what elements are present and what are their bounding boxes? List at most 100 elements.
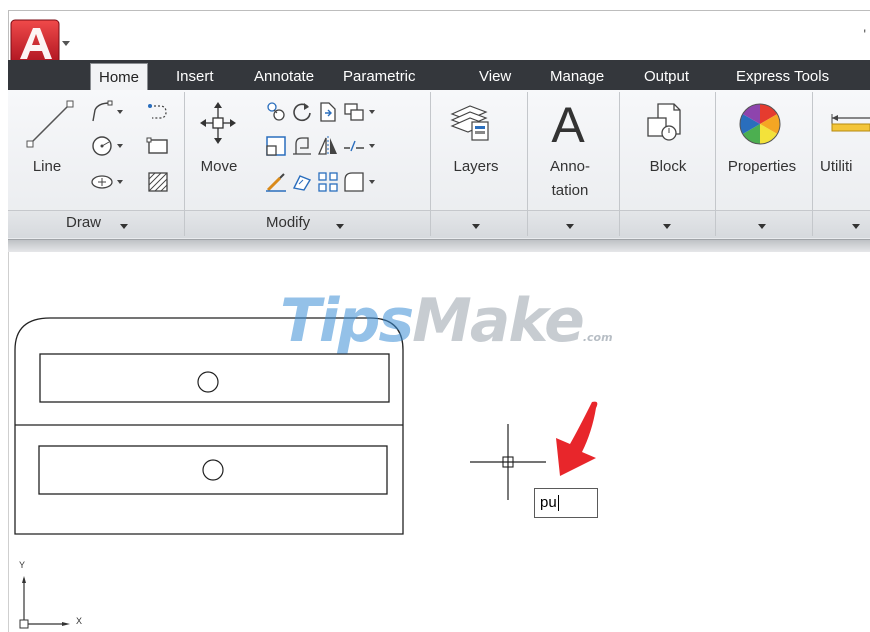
annotation-button[interactable]: A <box>546 98 590 148</box>
ucs-x-label: X <box>76 616 83 626</box>
line-icon <box>26 100 74 148</box>
layers-icon <box>450 105 489 141</box>
panel-separator <box>619 92 620 236</box>
block-panel-expand[interactable] <box>663 224 671 229</box>
modify-dropdown-3[interactable] <box>369 180 375 184</box>
array-button[interactable] <box>290 170 314 194</box>
line-button[interactable] <box>22 96 78 152</box>
offset-icon <box>344 172 364 192</box>
tab-express-tools[interactable]: Express Tools <box>736 64 829 90</box>
move-button[interactable] <box>198 100 238 146</box>
block-label: Block <box>649 158 687 175</box>
polyline-button[interactable] <box>90 100 114 124</box>
scale-button[interactable] <box>264 170 288 194</box>
arc-button[interactable] <box>146 100 170 124</box>
utilities-icon <box>831 114 870 132</box>
ellipse-button[interactable] <box>90 170 114 194</box>
line-label: Line <box>32 158 62 175</box>
panel-separator <box>184 92 185 236</box>
panel-separator <box>715 92 716 236</box>
ribbon-home: Line Move Layers A Anno- tation Block Pr… <box>8 90 870 240</box>
tab-insert[interactable]: Insert <box>176 64 214 90</box>
circle-button[interactable] <box>90 134 114 158</box>
window-control-mark[interactable]: ' <box>863 26 866 42</box>
ucs-y-label: Y <box>19 560 26 570</box>
layers-panel-expand[interactable] <box>472 224 480 229</box>
polyline-dropdown[interactable] <box>117 110 123 114</box>
mirror-button[interactable] <box>316 134 340 158</box>
rectangle-button[interactable] <box>146 134 170 158</box>
circle-dropdown[interactable] <box>117 144 123 148</box>
rectangular-array-icon <box>318 172 338 192</box>
autocad-window: ' Home Insert Annotate Parametric View M… <box>0 0 870 632</box>
break-icon <box>344 140 364 152</box>
move-icon <box>200 102 236 144</box>
drawer-bottom-knob[interactable] <box>202 459 224 481</box>
watermark-com: .com <box>582 331 613 344</box>
rectangle-icon <box>146 137 168 154</box>
watermark-tips: Tips <box>280 286 414 356</box>
stretch-button[interactable] <box>264 134 288 158</box>
ellipse-icon <box>91 175 113 189</box>
drawer-top-knob[interactable] <box>197 371 219 393</box>
modify-panel-expand[interactable] <box>336 224 344 229</box>
layers-label: Layers <box>453 158 499 175</box>
fillet-button[interactable] <box>290 134 314 158</box>
utilities-panel-expand[interactable] <box>852 224 860 229</box>
fillet-icon <box>293 137 311 155</box>
command-input-text: pu <box>540 494 557 511</box>
modify-dropdown-1[interactable] <box>369 110 375 114</box>
ucs-icon <box>19 576 70 629</box>
break-button[interactable] <box>342 134 366 158</box>
utilities-button[interactable] <box>828 112 870 136</box>
explode-button[interactable] <box>342 100 366 124</box>
text-caret <box>557 495 559 512</box>
rectangular-array-button[interactable] <box>316 170 340 194</box>
offset-button[interactable] <box>342 170 366 194</box>
annotation-panel-expand[interactable] <box>566 224 574 229</box>
properties-button[interactable] <box>736 100 784 148</box>
svg-text:A: A <box>551 98 585 148</box>
rotate-button[interactable] <box>290 100 314 124</box>
annotation-icon: A <box>551 98 585 148</box>
copy-button[interactable] <box>264 100 288 124</box>
modify-dropdown-2[interactable] <box>369 144 375 148</box>
properties-panel-expand[interactable] <box>758 224 766 229</box>
circle-icon <box>92 136 112 156</box>
canvas-top-edge <box>8 240 870 252</box>
panel-separator <box>430 92 431 236</box>
tab-output[interactable]: Output <box>644 64 689 90</box>
red-arrow-icon <box>556 401 598 476</box>
utilities-label: Utiliti <box>820 158 853 175</box>
draw-panel-title[interactable]: Draw <box>66 214 101 231</box>
watermark-make: Make <box>412 286 585 356</box>
ellipse-dropdown[interactable] <box>117 180 123 184</box>
block-button[interactable] <box>644 100 686 146</box>
rotate-icon <box>293 103 311 122</box>
trim-icon <box>320 102 336 122</box>
tab-home[interactable]: Home <box>90 63 149 91</box>
scale-icon <box>266 173 286 192</box>
block-icon <box>647 103 681 141</box>
drawer-bottom[interactable] <box>38 445 388 495</box>
properties-label: Properties <box>727 158 797 175</box>
hatch-button[interactable] <box>146 170 170 194</box>
properties-icon <box>739 103 781 145</box>
draw-panel-expand[interactable] <box>120 224 128 229</box>
title-bar <box>8 10 870 60</box>
trim-button[interactable] <box>316 100 340 124</box>
layers-button[interactable] <box>448 100 492 144</box>
explode-icon <box>344 103 364 121</box>
watermark: TipsMake.com <box>280 286 613 373</box>
tab-manage[interactable]: Manage <box>550 64 604 90</box>
tab-parametric[interactable]: Parametric <box>343 64 416 90</box>
modify-panel-title[interactable]: Modify <box>266 214 310 231</box>
stretch-icon <box>266 136 286 156</box>
tab-annotate[interactable]: Annotate <box>254 64 314 90</box>
dynamic-command-input[interactable]: pu <box>534 488 598 518</box>
arc-icon <box>148 104 167 119</box>
copy-icon <box>267 102 285 121</box>
tab-view[interactable]: View <box>479 64 511 90</box>
mirror-icon <box>318 136 337 156</box>
panel-separator <box>527 92 528 236</box>
